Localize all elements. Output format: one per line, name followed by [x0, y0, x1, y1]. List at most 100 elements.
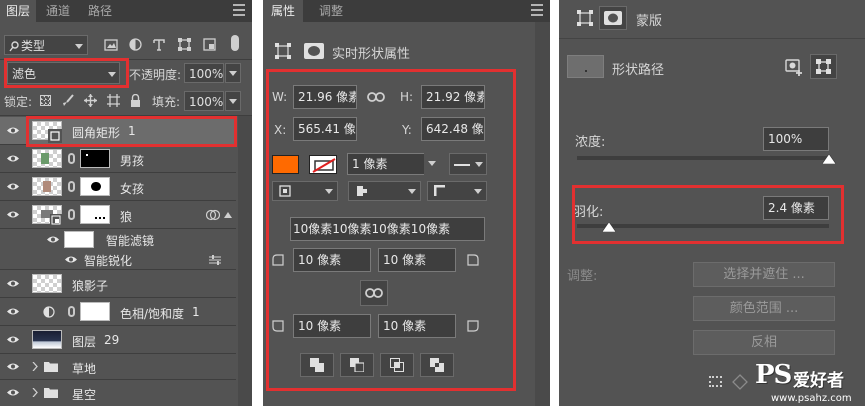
- expand-chevron-icon[interactable]: [32, 362, 38, 371]
- layers-list: 圆角矩形 1 男孩 女孩 狼 智能滤镜 智能锐化 狼影子 色相/饱和度 1 图层…: [0, 116, 236, 406]
- lock-label: 锁定:: [4, 95, 33, 109]
- smart-filter-mask-thumbnail: [64, 231, 94, 248]
- invert-button[interactable]: 反相: [693, 330, 835, 355]
- watermark-url: www.psahz.com: [771, 393, 852, 404]
- watermark: PS 爱好者 www.psahz.com: [755, 360, 865, 406]
- filter-smart-object-icon[interactable]: [203, 38, 216, 51]
- layer-row-wolf[interactable]: 狼: [0, 201, 236, 229]
- vector-mask-thumbnail: [567, 55, 604, 78]
- filter-adjustment-icon[interactable]: [129, 38, 142, 51]
- filter-toggle-icon[interactable]: [231, 35, 239, 51]
- fill-input[interactable]: 100%: [184, 91, 224, 111]
- lock-move-icon[interactable]: [84, 94, 97, 107]
- tab-layers[interactable]: 图层: [0, 0, 36, 22]
- tab-channels[interactable]: 通道: [40, 0, 76, 22]
- mask-panel-title: 蒙版: [636, 14, 663, 29]
- visibility-eye-icon[interactable]: [6, 126, 20, 135]
- layers-panel: 图层 通道 路径 类型 滤色 不透明度: 100% 锁定: 填充: 100% 圆…: [0, 0, 252, 406]
- visibility-eye-icon[interactable]: [6, 388, 20, 397]
- density-input[interactable]: 100%: [763, 127, 829, 151]
- layer-row-layer-29[interactable]: 图层 29: [0, 326, 236, 354]
- filter-shape-icon[interactable]: [178, 38, 191, 51]
- blend-mode-highlight: [4, 58, 129, 88]
- properties-panel: 属性 调整 实时形状属性 W: 21.96 像素 H: 21.92 像素 X: …: [263, 0, 550, 406]
- watermark-text: 爱好者: [793, 371, 844, 391]
- layer-row-hue-saturation[interactable]: 色相/饱和度 1: [0, 298, 236, 326]
- filter-type-icon[interactable]: [153, 39, 165, 51]
- opacity-label: 不透明度:: [129, 68, 182, 82]
- visibility-eye-icon[interactable]: [6, 210, 20, 219]
- mask-panel: 蒙版 形状路径 浓度: 100% 羽化: 2.4 像素 调整: 选择并遮住 ..…: [559, 0, 865, 406]
- visibility-eye-icon[interactable]: [6, 335, 20, 344]
- visibility-eye-icon[interactable]: [6, 307, 20, 316]
- smart-filter-indicator-icon[interactable]: [206, 209, 220, 221]
- fill-dropdown[interactable]: [225, 91, 241, 111]
- mask-link-icon[interactable]: [68, 153, 75, 164]
- expand-chevron-icon[interactable]: [32, 388, 38, 397]
- lock-transparent-icon[interactable]: [40, 95, 51, 106]
- density-slider-handle[interactable]: [822, 154, 836, 164]
- add-vector-mask-button[interactable]: [810, 54, 837, 79]
- layer-row-girl[interactable]: 女孩: [0, 173, 236, 201]
- opacity-dropdown[interactable]: [225, 63, 241, 83]
- layer-name: 星空: [72, 388, 97, 402]
- visibility-eye-icon[interactable]: [46, 235, 60, 244]
- layer-row-smart-filters[interactable]: 智能滤镜: [0, 229, 236, 250]
- visibility-eye-icon[interactable]: [6, 154, 20, 163]
- load-selection-icon[interactable]: [709, 376, 722, 387]
- panel-menu-icon[interactable]: [233, 4, 245, 17]
- collapse-caret-icon[interactable]: [224, 212, 232, 218]
- filter-pixel-icon[interactable]: [104, 39, 118, 51]
- lock-all-icon[interactable]: [130, 94, 141, 107]
- visibility-eye-icon[interactable]: [6, 362, 20, 371]
- properties-scrollbar[interactable]: [535, 22, 550, 406]
- mask-properties-button[interactable]: [599, 6, 627, 30]
- layers-scrollbar[interactable]: [238, 116, 252, 406]
- layer-filter-select[interactable]: 类型: [4, 35, 88, 55]
- layer-row-wolf-shadow[interactable]: 狼影子: [0, 270, 236, 298]
- shape-properties-icon: [275, 43, 291, 59]
- layer-row-smart-sharpen[interactable]: 智能锐化: [0, 250, 236, 270]
- layer-suffix: 29: [104, 333, 120, 347]
- shape-properties-icon[interactable]: [577, 10, 593, 26]
- tab-adjustments[interactable]: 调整: [311, 0, 351, 22]
- visibility-eye-icon[interactable]: [6, 182, 20, 191]
- layer-group-starry-sky[interactable]: 星空: [0, 380, 236, 406]
- visibility-eye-icon[interactable]: [6, 279, 20, 288]
- opacity-input[interactable]: 100%: [184, 63, 224, 83]
- vector-mask-icon: [816, 59, 831, 74]
- layer-group-grass[interactable]: 草地: [0, 354, 236, 380]
- select-and-mask-button[interactable]: 选择并遮住 ...: [693, 262, 835, 287]
- shape-path-label: 形状路径: [612, 63, 665, 78]
- mask-link-icon[interactable]: [68, 209, 75, 220]
- density-slider-track[interactable]: [577, 156, 829, 160]
- mask-link-icon[interactable]: [68, 306, 75, 317]
- visibility-eye-icon[interactable]: [64, 255, 78, 264]
- mask-link-icon[interactable]: [68, 181, 75, 192]
- tab-properties[interactable]: 属性: [263, 0, 303, 22]
- properties-highlight: [266, 69, 516, 391]
- layer-mask-thumbnail: [80, 302, 110, 321]
- layer-mask-thumbnail: [80, 205, 110, 224]
- lock-artboard-icon[interactable]: [107, 94, 120, 107]
- watermark-logo: PS: [755, 360, 792, 390]
- filter-blending-options-icon[interactable]: [209, 255, 221, 265]
- panel-menu-icon[interactable]: [531, 4, 543, 17]
- layer-name: 色相/饱和度: [120, 307, 185, 321]
- layer-name: 女孩: [120, 182, 145, 196]
- color-range-button[interactable]: 颜色范围 ...: [693, 296, 835, 321]
- layer-mask-thumbnail: [80, 177, 110, 196]
- adjust-label: 调整:: [567, 269, 598, 284]
- lock-brush-icon[interactable]: [62, 94, 74, 107]
- add-pixel-mask-icon[interactable]: [785, 58, 803, 76]
- properties-header-title: 实时形状属性: [332, 47, 411, 62]
- layer-name: 男孩: [120, 154, 145, 168]
- layer-thumbnail: [32, 330, 62, 349]
- mask-properties-icon[interactable]: [304, 43, 324, 59]
- layer-row-boy[interactable]: 男孩: [0, 145, 236, 173]
- layer-thumbnail: [32, 149, 62, 168]
- layer-mask-thumbnail: [80, 149, 110, 168]
- selected-layer-highlight: [26, 116, 237, 147]
- tab-paths[interactable]: 路径: [82, 0, 118, 22]
- apply-mask-icon[interactable]: [732, 374, 748, 390]
